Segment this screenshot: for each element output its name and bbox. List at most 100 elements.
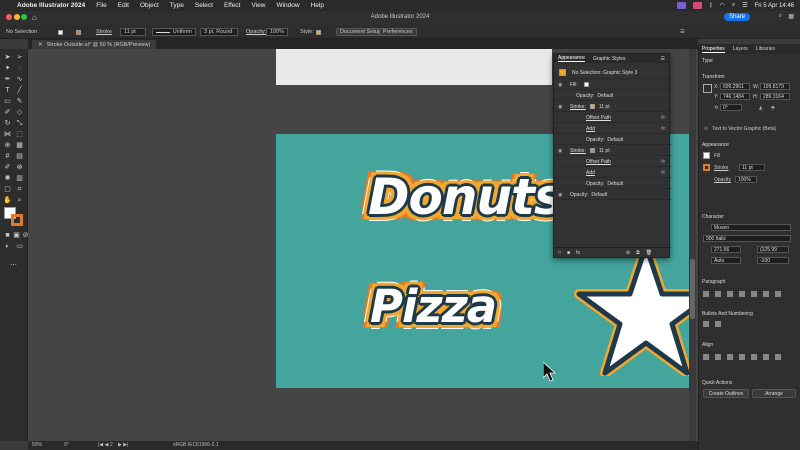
artboard-nav-prev[interactable]: |◀ ◀	[98, 442, 108, 448]
align-left-edges-icon[interactable]	[703, 354, 709, 360]
flip-vertical-icon[interactable]: ⬘	[771, 105, 775, 111]
clock[interactable]: Fri 5 Apr 14:46	[755, 3, 794, 9]
visibility-icon[interactable]: ◉	[558, 104, 564, 110]
shaper-tool-icon[interactable]: ✐	[3, 108, 12, 117]
menu-help[interactable]: Help	[311, 2, 324, 9]
opacity-label[interactable]: Opacity:	[246, 28, 266, 36]
line-tool-icon[interactable]: ╱	[15, 86, 24, 95]
style-swatch[interactable]	[316, 28, 321, 36]
stroke-swatch[interactable]	[76, 28, 81, 36]
justify-all-icon[interactable]	[775, 291, 781, 297]
stroke-label[interactable]: Stroke	[714, 165, 728, 171]
y-field[interactable]: 746.1484	[720, 93, 750, 100]
search-icon[interactable]: ⌕	[732, 2, 735, 9]
type-tool-icon[interactable]: T	[3, 86, 12, 95]
reference-point-icon[interactable]	[703, 84, 712, 93]
opacity-field[interactable]: 100%	[735, 176, 757, 183]
menu-effect[interactable]: Effect	[224, 2, 241, 9]
align-right-icon[interactable]	[727, 291, 733, 297]
eyedropper-tool-icon[interactable]: ✐	[3, 163, 12, 172]
stroke-swatch[interactable]	[589, 148, 595, 153]
share-button[interactable]: Share	[723, 13, 750, 21]
brush-definition[interactable]: 3 pt. Round	[200, 28, 238, 36]
font-family-select[interactable]: Museo	[711, 224, 791, 231]
paragraph-align-buttons[interactable]	[703, 291, 781, 297]
symbol-sprayer-tool-icon[interactable]: ✺	[3, 174, 12, 183]
fx-icon[interactable]: fx	[661, 159, 665, 165]
appearance-row-offset-path-1[interactable]: Offset Path fx	[554, 113, 671, 123]
width-tool-icon[interactable]: ⋈	[3, 130, 12, 139]
tab-layers[interactable]: Layers	[733, 46, 748, 52]
menu-app-name[interactable]: Adobe Illustrator 2024	[17, 2, 85, 9]
record-icon[interactable]	[693, 2, 703, 9]
x-field[interactable]: 699.2961	[720, 83, 750, 90]
flip-horizontal-icon[interactable]: ◭	[759, 105, 763, 111]
fx-icon[interactable]: fx	[661, 170, 665, 176]
scrollbar-thumb[interactable]	[690, 259, 695, 319]
screen-mode-icon[interactable]: ▭	[15, 242, 24, 251]
direct-selection-tool-icon[interactable]: ➢	[15, 53, 24, 62]
document-tab[interactable]: ✕ Stroke Outside.ai* @ 50 % (RGB/Preview…	[32, 40, 157, 49]
artboard-tool-icon[interactable]: ▢	[3, 185, 12, 194]
variable-width-profile[interactable]: Uniform	[152, 28, 196, 36]
appearance-row-opacity-3[interactable]: Opacity: Default	[554, 179, 671, 189]
artboard-nav-next[interactable]: ▶ ▶|	[118, 442, 128, 448]
rotation-value[interactable]: 0°	[64, 442, 69, 448]
graph-tool-icon[interactable]: ▥	[15, 174, 24, 183]
h-field[interactable]: 289.3164	[760, 93, 790, 100]
star-shape[interactable]	[571, 246, 690, 376]
menu-type[interactable]: Type	[170, 2, 184, 9]
align-h-center-icon[interactable]	[715, 354, 721, 360]
mesh-tool-icon[interactable]: #	[3, 152, 12, 161]
appearance-row-fill[interactable]: ◉ Fill:	[554, 80, 671, 90]
appearance-row-opacity[interactable]: Opacity: Default	[554, 91, 671, 101]
curvature-tool-icon[interactable]: ∿	[15, 75, 24, 84]
stroke-color-swatch[interactable]	[11, 214, 23, 226]
hand-tool-icon[interactable]: ✋	[3, 196, 12, 205]
fill-swatch[interactable]	[583, 82, 589, 87]
stroke-swatch[interactable]	[703, 164, 710, 171]
tab-graphic-styles[interactable]: Graphic Styles	[593, 56, 626, 62]
visibility-icon[interactable]: ◉	[558, 82, 564, 88]
align-center-icon[interactable]	[715, 291, 721, 297]
tab-appearance[interactable]: Appearance	[558, 55, 585, 62]
justify-right-icon[interactable]	[763, 291, 769, 297]
align-right-edges-icon[interactable]	[727, 354, 733, 360]
appearance-row-opacity-2[interactable]: Opacity: Default	[554, 135, 671, 145]
visibility-icon[interactable]: ◉	[558, 148, 564, 154]
delete-item-icon[interactable]: 🗑	[646, 250, 652, 256]
tracking-field[interactable]: -100	[757, 257, 789, 264]
text-to-vector-link[interactable]: Text to Vector Graphic (Beta)	[712, 126, 776, 132]
scale-tool-icon[interactable]: ⤡	[15, 119, 24, 128]
font-style-select[interactable]: 900 Italic	[703, 235, 791, 242]
align-buttons[interactable]	[703, 354, 781, 360]
pen-tool-icon[interactable]: ✒	[3, 75, 12, 84]
donuts-text-object[interactable]: Donuts	[368, 168, 564, 226]
color-mode-icon[interactable]: ■	[3, 231, 12, 240]
appearance-row-add-2[interactable]: Add fx	[554, 168, 671, 178]
stroke-label[interactable]: Stroke	[96, 28, 112, 36]
wifi-icon[interactable]: ◠	[720, 2, 725, 9]
perspective-grid-tool-icon[interactable]: ▦	[15, 141, 24, 150]
rotate-tool-icon[interactable]: ↻	[3, 119, 12, 128]
stroke-weight-field[interactable]: 11 pt	[120, 28, 146, 36]
opacity-label[interactable]: Opacity	[714, 177, 731, 183]
shape-builder-tool-icon[interactable]: ⊕	[3, 141, 12, 150]
panel-menu-icon[interactable]: ☰	[680, 28, 685, 36]
rectangle-tool-icon[interactable]: ▭	[3, 97, 12, 106]
paintbrush-tool-icon[interactable]: ✎	[15, 97, 24, 106]
document-setup-button[interactable]: Document Setup	[336, 28, 385, 36]
close-icon[interactable]: ✕	[38, 42, 43, 48]
free-transform-tool-icon[interactable]: ⬚	[15, 130, 24, 139]
more-options-icon[interactable]	[775, 354, 781, 360]
menu-window[interactable]: Window	[276, 2, 299, 9]
add-stroke-icon[interactable]: □	[558, 250, 561, 256]
magic-wand-tool-icon[interactable]: ✦	[3, 64, 12, 73]
draw-mode-icon[interactable]: ◐	[3, 242, 12, 251]
control-center-icon[interactable]: ☰	[742, 2, 747, 9]
lasso-tool-icon[interactable]: ◌	[15, 64, 24, 73]
align-left-icon[interactable]	[703, 291, 709, 297]
clear-appearance-icon[interactable]: ⊘	[626, 250, 630, 256]
fx-icon[interactable]: fx	[661, 115, 665, 121]
appearance-row-opacity-4[interactable]: ◉ Opacity: Default	[554, 190, 671, 200]
